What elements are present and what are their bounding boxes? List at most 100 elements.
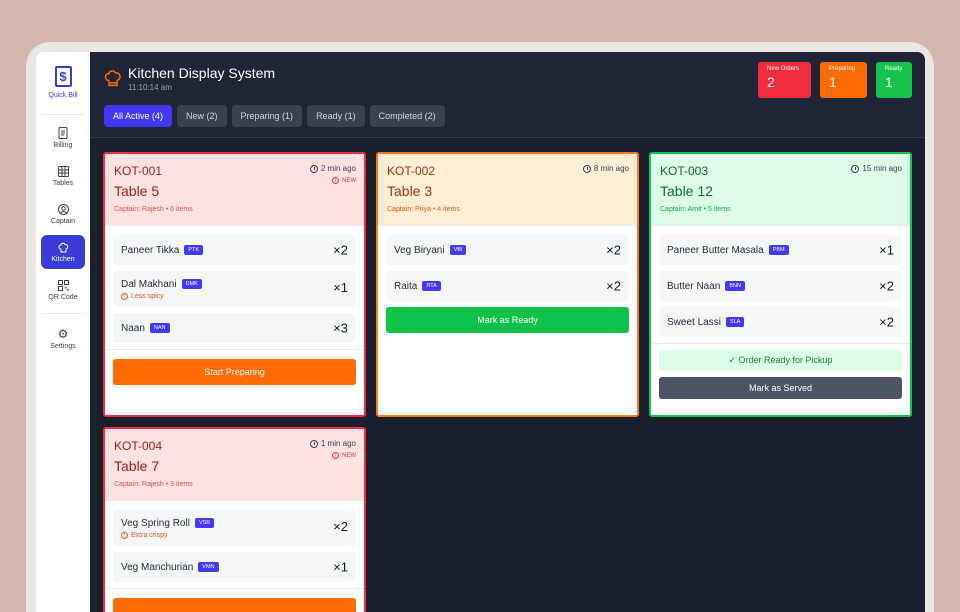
divider xyxy=(651,343,910,344)
sidebar-item-label: Tables xyxy=(52,180,74,187)
stats-summary: New Orders 2 Preparing 1 Ready 1 xyxy=(758,62,912,98)
item-code: BNN xyxy=(725,281,745,291)
item-name: Veg Biryani xyxy=(394,244,445,256)
sidebar-item-billing[interactable]: Billing xyxy=(41,121,85,155)
app-logo[interactable]: $ Quick Bill xyxy=(48,66,78,100)
elapsed-time: 8 min ago xyxy=(582,164,629,173)
item-note-text: Less spicy xyxy=(131,293,164,300)
list-item: Veg Spring Roll VSR ×2 ! Extra crispy xyxy=(113,510,356,546)
status-badge: ! NEW xyxy=(332,452,356,459)
captain-info: Captain: Priya • 4 items xyxy=(387,206,460,213)
stat-new-orders: New Orders 2 xyxy=(758,62,811,98)
captain-info: Captain: Amit • 5 items xyxy=(660,206,731,213)
tab-all-active[interactable]: All Active (4) xyxy=(104,105,173,127)
sidebar-item-kitchen[interactable]: Kitchen xyxy=(41,235,85,269)
table-name: Table 7 xyxy=(114,458,160,474)
item-quantity: ×2 xyxy=(333,242,348,258)
ready-status-note: ✓ Order Ready for Pickup xyxy=(659,350,902,371)
item-name: Sweet Lassi xyxy=(667,316,721,328)
item-note: ! Extra crispy xyxy=(121,532,168,539)
sidebar-divider xyxy=(41,114,85,115)
item-quantity: ×2 xyxy=(606,242,621,258)
sidebar-item-label: Captain xyxy=(50,218,76,225)
divider xyxy=(105,588,364,589)
item-note: ! Less spicy xyxy=(121,293,164,300)
mark-as-served-button[interactable]: Mark as Served xyxy=(659,377,902,399)
clock-time: 11:10:14 am xyxy=(128,83,172,92)
filter-tabs: All Active (4) New (2) Preparing (1) Rea… xyxy=(104,105,912,127)
status-badge: ! NEW xyxy=(332,177,356,184)
page-title: Kitchen Display System xyxy=(128,65,276,81)
start-preparing-button[interactable] xyxy=(113,598,356,612)
sidebar-item-qr-code[interactable]: QR Code xyxy=(41,273,85,307)
item-name: Butter Naan xyxy=(667,280,721,292)
sidebar-item-captain[interactable]: Captain xyxy=(41,197,85,231)
sidebar-item-settings[interactable]: ⚙ Settings xyxy=(41,322,85,356)
item-code: SLA xyxy=(725,317,745,327)
clock-icon xyxy=(582,164,591,173)
tab-ready[interactable]: Ready (1) xyxy=(307,105,365,127)
chef-hat-icon xyxy=(104,69,122,87)
item-code: PTK xyxy=(184,245,204,255)
order-items: Paneer Butter Masala PBM ×1 Butter Naan … xyxy=(651,226,910,337)
list-item: Paneer Butter Masala PBM ×1 xyxy=(659,235,902,265)
item-name: Paneer Butter Masala xyxy=(667,244,764,256)
item-quantity: ×1 xyxy=(879,242,894,258)
order-card: KOT-004 Table 7 Captain: Rajesh • 3 item… xyxy=(103,427,366,612)
item-quantity: ×1 xyxy=(333,280,348,295)
item-quantity: ×1 xyxy=(333,559,348,575)
elapsed-time: 15 min ago xyxy=(851,164,902,173)
list-item: Paneer Tikka PTK ×2 xyxy=(113,235,356,265)
main-content: Kitchen Display System 11:10:14 am New O… xyxy=(90,52,925,612)
order-card-header: KOT-002 Table 3 Captain: Priya • 4 items… xyxy=(378,154,637,226)
alert-icon: ! xyxy=(121,532,128,539)
item-code: VBI xyxy=(449,245,467,255)
stat-value: 2 xyxy=(767,74,775,90)
alert-icon: ! xyxy=(332,452,339,459)
sidebar-item-label: QR Code xyxy=(48,294,78,301)
order-items: Veg Biryani VBI ×2 Raita RTA ×2 xyxy=(378,226,637,301)
item-code: VSR xyxy=(194,518,215,528)
sidebar-item-label: Billing xyxy=(53,142,73,149)
user-icon xyxy=(57,203,69,215)
tab-preparing[interactable]: Preparing (1) xyxy=(231,105,303,127)
item-quantity: ×3 xyxy=(333,320,348,336)
list-item: Dal Makhani DMK ×1 ! Less spicy xyxy=(113,271,356,307)
order-items: Paneer Tikka PTK ×2 Dal Makhani DMK ×1 !… xyxy=(105,226,364,343)
clock-icon xyxy=(309,164,318,173)
mark-as-ready-button[interactable]: Mark as Ready xyxy=(386,307,629,333)
grid-icon xyxy=(57,165,69,177)
item-name: Naan xyxy=(121,322,145,334)
sidebar-divider xyxy=(41,313,85,314)
header: Kitchen Display System 11:10:14 am New O… xyxy=(90,52,925,138)
stat-value: 1 xyxy=(885,74,893,90)
status-badge-text: NEW xyxy=(342,452,356,459)
divider xyxy=(105,349,364,350)
item-quantity: ×2 xyxy=(879,314,894,330)
start-preparing-button[interactable]: Start Preparing xyxy=(113,359,356,385)
elapsed-time: 2 min ago xyxy=(309,164,356,173)
logo-text: Quick Bill xyxy=(48,92,78,99)
list-item: Naan NAN ×3 xyxy=(113,313,356,343)
stat-value: 1 xyxy=(829,74,837,90)
tab-new[interactable]: New (2) xyxy=(177,105,227,127)
order-card-header: KOT-001 Table 5 Captain: Rajesh • 6 item… xyxy=(105,154,364,226)
order-card: KOT-001 Table 5 Captain: Rajesh • 6 item… xyxy=(103,152,366,417)
item-code: PBM xyxy=(768,245,789,255)
table-name: Table 3 xyxy=(387,183,433,199)
tab-completed[interactable]: Completed (2) xyxy=(369,105,445,127)
elapsed-time-text: 1 min ago xyxy=(320,439,356,448)
dollar-icon: $ xyxy=(54,66,72,87)
order-card-header: KOT-004 Table 7 Captain: Rajesh • 3 item… xyxy=(105,429,364,501)
item-code: DMK xyxy=(181,279,202,289)
item-name: Dal Makhani xyxy=(121,279,177,290)
item-code: VMN xyxy=(198,562,219,572)
receipt-icon xyxy=(57,127,69,139)
sidebar-item-tables[interactable]: Tables xyxy=(41,159,85,193)
list-item: Veg Biryani VBI ×2 xyxy=(386,235,629,265)
alert-icon: ! xyxy=(332,177,339,184)
status-badge-text: NEW xyxy=(342,177,356,184)
stat-label: New Orders xyxy=(767,66,800,72)
gear-icon: ⚙ xyxy=(57,327,69,341)
qr-code-icon xyxy=(57,279,69,291)
